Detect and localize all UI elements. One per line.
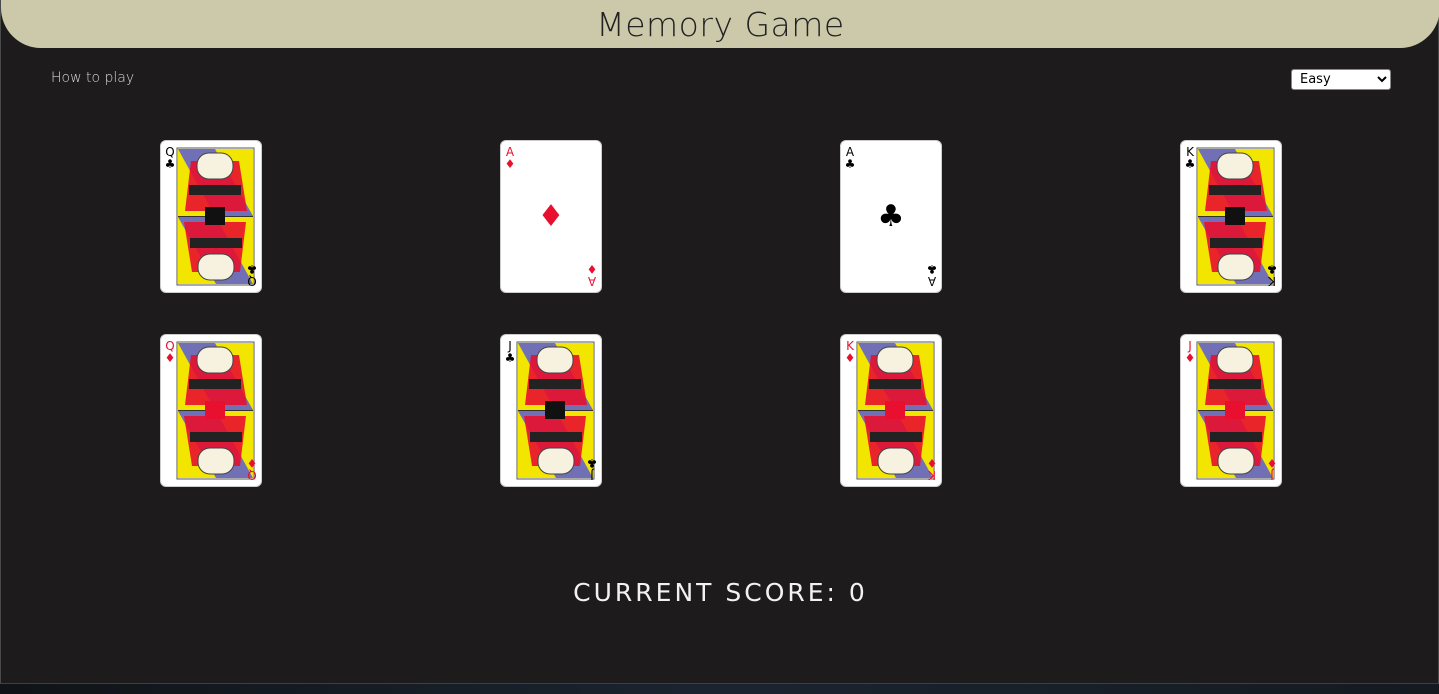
card-suit-icon: ♦ [1266,456,1278,470]
how-to-play-link[interactable]: How to play [51,70,134,86]
card-index-top: Q ♣ [163,146,177,170]
card-rank: K [928,468,936,482]
card-suit-icon: ♣ [926,262,938,276]
card-index-bottom: K ♣ [1265,262,1279,288]
card-suit-icon: ♦ [586,262,598,276]
card-rank: Q [247,274,257,288]
card-suit-icon: ♣ [504,351,516,365]
playing-card[interactable]: Q ♦ Q ♦ [160,334,262,487]
playing-card[interactable]: ♦ A ♦ A ♦ [500,140,602,293]
card-suit-icon: ♣ [1184,157,1196,171]
card-suit-icon: ♦ [1184,351,1196,365]
playing-card[interactable]: Q ♣ Q ♣ [160,140,262,293]
card-rank: A [927,274,937,288]
card-suit-icon: ♦ [164,351,176,365]
playing-card[interactable]: J ♣ J ♣ [500,334,602,487]
card-suit-icon: ♣ [1266,262,1278,276]
playing-card[interactable]: ♣ A ♣ A ♣ [840,140,942,293]
difficulty-select[interactable]: Easy [1291,69,1391,90]
card-index-bottom: J ♣ [585,456,599,482]
card-rank: J [1270,468,1274,482]
card-index-bottom: Q ♣ [245,262,259,288]
card-index-bottom: A ♣ [925,262,939,288]
card-suit-icon: ♦ [246,456,258,470]
playing-card[interactable]: J ♦ J ♦ [1180,334,1282,487]
card-index-bottom: J ♦ [1265,456,1279,482]
card-suit-icon: ♣ [586,456,598,470]
card-index-top: J ♦ [1183,340,1197,364]
card-suit-icon: ♦ [844,351,856,365]
card-index-top: A ♣ [843,146,857,170]
card-index-top: K ♦ [843,340,857,364]
playing-card[interactable]: K ♣ K ♣ [1180,140,1282,293]
card-index-bottom: K ♦ [925,456,939,482]
card-index-top: A ♦ [503,146,517,170]
game-window: Memory Game How to play Easy Q ♣ Q ♣ ♦ A ♦ A ♦ ♣ A… [0,0,1439,684]
card-rank: J [590,468,594,482]
card-suit-icon: ♣ [164,157,176,171]
playing-card[interactable]: K ♦ K ♦ [840,334,942,487]
card-center-pip: ♦ [537,199,565,234]
card-index-top: J ♣ [503,340,517,364]
card-suit-icon: ♣ [844,157,856,171]
card-rank: Q [247,468,257,482]
card-rank: K [1268,274,1276,288]
card-index-top: Q ♦ [163,340,177,364]
card-suit-icon: ♣ [246,262,258,276]
card-index-bottom: Q ♦ [245,456,259,482]
card-index-top: K ♣ [1183,146,1197,170]
card-index-bottom: A ♦ [585,262,599,288]
card-suit-icon: ♦ [926,456,938,470]
window-bottom-edge [0,684,1439,694]
current-score: CURRENT SCORE: 0 [573,578,868,607]
card-center-pip: ♣ [877,199,905,234]
card-rank: A [587,274,597,288]
header-bar: Memory Game [1,0,1439,48]
page-title: Memory Game [596,5,845,44]
card-suit-icon: ♦ [504,157,516,171]
